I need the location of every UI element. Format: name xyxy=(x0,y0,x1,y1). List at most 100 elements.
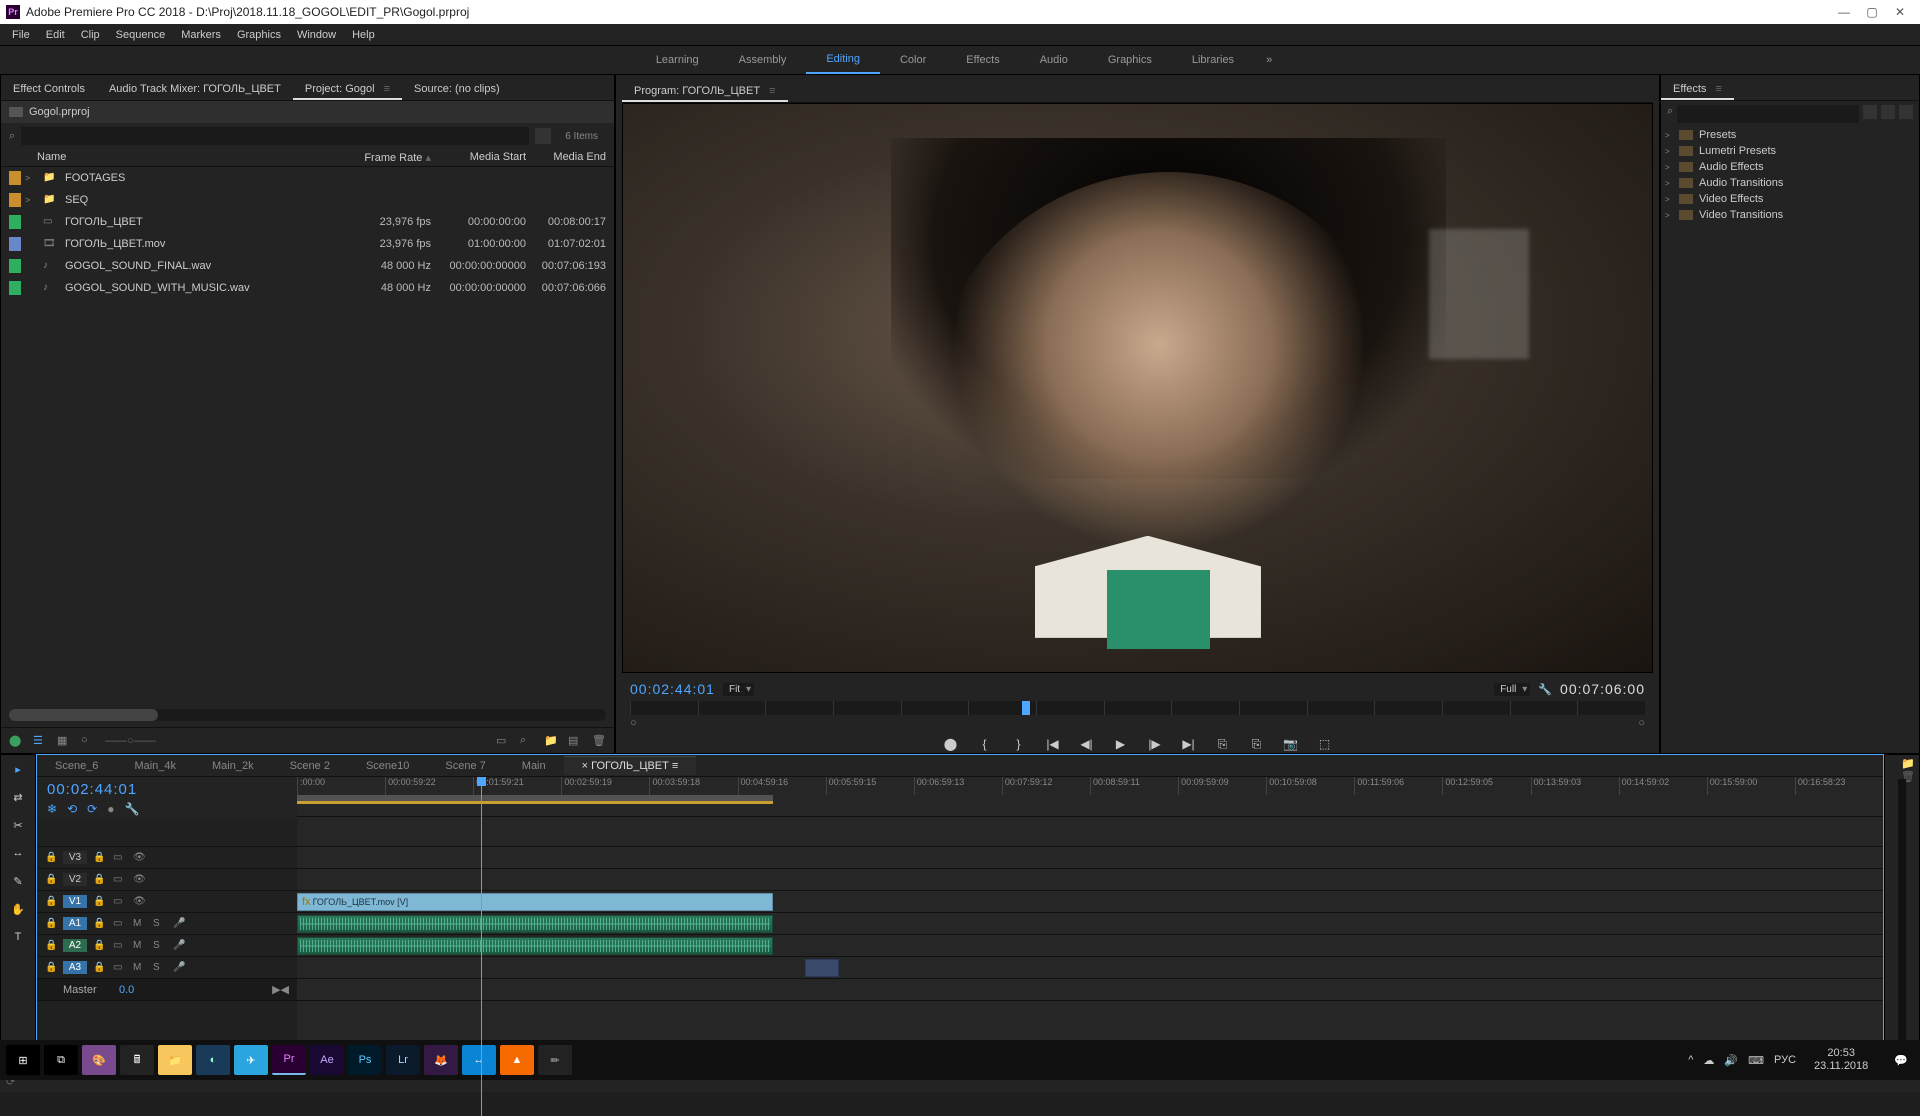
track-target[interactable]: V1 xyxy=(63,895,87,908)
taskbar-app-icon[interactable]: ◐ xyxy=(196,1045,230,1075)
transport-button-3[interactable]: |◀ xyxy=(1045,737,1061,753)
timeline-option-icon[interactable]: 🔧 xyxy=(124,802,139,816)
effects-folder[interactable]: >Audio Effects xyxy=(1661,159,1919,175)
track-toggle[interactable]: 🎤 xyxy=(173,918,187,929)
track-toggle[interactable]: 👁 xyxy=(133,896,147,907)
taskbar-app-icon[interactable]: 🖩 xyxy=(120,1045,154,1075)
program-tab[interactable]: Program: ГОГОЛЬ_ЦВЕТ ≡ xyxy=(622,80,788,102)
transport-button-10[interactable]: 📷 xyxy=(1283,737,1299,753)
track-target[interactable]: A2 xyxy=(63,939,87,952)
track-target[interactable]: A3 xyxy=(63,961,87,974)
timeline-timecode[interactable]: 00:02:44:01 xyxy=(47,781,287,798)
master-track[interactable]: Master0.0▶◀ xyxy=(37,979,297,1001)
effects-tab[interactable]: Effects ≡ xyxy=(1661,78,1734,100)
audio-clip[interactable] xyxy=(805,959,840,977)
col-media-end[interactable]: Media End xyxy=(526,151,606,164)
tool-0[interactable]: ▸ xyxy=(9,763,27,781)
track-header-A3[interactable]: 🔒A3🔒▭MS🎤 xyxy=(37,957,297,979)
find-icon[interactable]: ⌕ xyxy=(520,734,534,748)
sequence-tab[interactable]: × ГОГОЛЬ_ЦВЕТ ≡ xyxy=(564,756,697,775)
minimize-button[interactable]: — xyxy=(1830,1,1858,23)
zoom-slider[interactable]: ——○—— xyxy=(105,735,156,747)
fx-badge-icon[interactable] xyxy=(1863,105,1877,119)
track-toggle[interactable]: 🔒 xyxy=(93,874,107,885)
auto-sequence-icon[interactable]: ▭ xyxy=(496,734,510,748)
track-lane-A1[interactable] xyxy=(297,913,1883,935)
track-toggle[interactable]: 🔒 xyxy=(93,896,107,907)
timeline-option-icon[interactable]: ⟳ xyxy=(87,802,97,816)
track-toggle[interactable]: M xyxy=(133,940,147,951)
quality-dropdown[interactable]: Full xyxy=(1494,683,1530,696)
taskbar-app-icon[interactable]: ⧉ xyxy=(44,1045,78,1075)
taskbar-app-icon[interactable]: 🎨 xyxy=(82,1045,116,1075)
panel-tab[interactable]: Effect Controls xyxy=(1,78,97,100)
workspace-audio[interactable]: Audio xyxy=(1020,46,1088,74)
effects-search-input[interactable] xyxy=(1677,105,1859,123)
tool-3[interactable]: ↔ xyxy=(9,847,27,865)
menu-edit[interactable]: Edit xyxy=(38,29,73,41)
asset-row[interactable]: 🎞ГОГОЛЬ_ЦВЕТ.mov23,976 fps01:00:00:0001:… xyxy=(1,233,614,255)
track-toggle[interactable]: 🎤 xyxy=(173,962,187,973)
track-toggle[interactable]: 🔒 xyxy=(93,852,107,863)
transport-button-11[interactable]: ⬚ xyxy=(1317,737,1333,753)
track-toggle[interactable]: ▭ xyxy=(113,962,127,973)
delete-icon[interactable]: 🗑 xyxy=(592,734,606,748)
tool-1[interactable]: ⇄ xyxy=(9,791,27,809)
taskbar-app-icon[interactable]: Ae xyxy=(310,1045,344,1075)
timeline-ruler[interactable]: :00:0000:00:59:2200:01:59:2100:02:59:190… xyxy=(297,777,1883,817)
settings-wrench-icon[interactable]: 🔧 xyxy=(1538,683,1552,696)
track-toggle[interactable]: ▭ xyxy=(113,874,127,885)
menu-file[interactable]: File xyxy=(4,29,38,41)
taskbar-clock[interactable]: 20:5323.11.2018 xyxy=(1806,1047,1876,1073)
project-scrollbar[interactable] xyxy=(9,709,606,721)
notification-center-icon[interactable]: 💬 xyxy=(1886,1054,1916,1067)
tray-icon[interactable]: РУС xyxy=(1774,1054,1796,1066)
video-clip[interactable]: fxГОГОЛЬ_ЦВЕТ.mov [V] xyxy=(297,893,773,911)
track-lane-V3[interactable] xyxy=(297,847,1883,869)
track-header-V2[interactable]: 🔒V2🔒▭👁 xyxy=(37,869,297,891)
timeline-option-icon[interactable]: ⟲ xyxy=(67,802,77,816)
new-item-icon[interactable]: ▤ xyxy=(568,734,582,748)
col-media-start[interactable]: Media Start xyxy=(431,151,526,164)
taskbar-app-icon[interactable]: ▲ xyxy=(500,1045,534,1075)
taskbar-app-icon[interactable]: Lr xyxy=(386,1045,420,1075)
lock-icon[interactable]: 🔒 xyxy=(45,962,57,973)
track-toggle[interactable]: ▭ xyxy=(113,940,127,951)
tray-icon[interactable]: ^ xyxy=(1688,1054,1693,1066)
sequence-tab[interactable]: Main xyxy=(504,757,564,775)
program-viewport[interactable] xyxy=(622,103,1653,673)
workspace-editing[interactable]: Editing xyxy=(806,46,880,74)
yuv-badge-icon[interactable] xyxy=(1881,105,1895,119)
project-bin-row[interactable]: Gogol.prproj xyxy=(1,101,614,123)
zoom-fit-dropdown[interactable]: Fit xyxy=(723,683,754,696)
freeform-view-icon[interactable]: ○ xyxy=(81,734,95,748)
icon-view-icon[interactable]: ▦ xyxy=(57,734,71,748)
track-toggle[interactable]: ▭ xyxy=(113,852,127,863)
sequence-tab[interactable]: Main_4k xyxy=(116,757,194,775)
track-lane-V2[interactable] xyxy=(297,869,1883,891)
timeline-option-icon[interactable]: ● xyxy=(107,802,114,816)
lock-icon[interactable]: 🔒 xyxy=(45,896,57,907)
track-toggle[interactable]: 👁 xyxy=(133,852,147,863)
track-toggle[interactable]: M xyxy=(133,918,147,929)
tool-5[interactable]: ✋ xyxy=(9,903,27,921)
audio-clip[interactable] xyxy=(297,937,773,955)
workspace-libraries[interactable]: Libraries xyxy=(1172,46,1254,74)
tray-icon[interactable]: ☁ xyxy=(1703,1054,1714,1067)
menu-help[interactable]: Help xyxy=(344,29,383,41)
track-toggle[interactable]: S xyxy=(153,962,167,973)
timeline-option-icon[interactable]: ❄ xyxy=(47,802,57,816)
transport-button-8[interactable]: ⎘ xyxy=(1215,737,1231,753)
effects-folder[interactable]: >Audio Transitions xyxy=(1661,175,1919,191)
track-target[interactable]: V3 xyxy=(63,851,87,864)
track-lane-A2[interactable] xyxy=(297,935,1883,957)
effects-folder[interactable]: >Presets xyxy=(1661,127,1919,143)
taskbar-app-icon[interactable]: ↔ xyxy=(462,1045,496,1075)
tray-icon[interactable]: 🔊 xyxy=(1724,1054,1738,1067)
maximize-button[interactable]: ▢ xyxy=(1858,1,1886,23)
asset-row[interactable]: >📁FOOTAGES xyxy=(1,167,614,189)
asset-row[interactable]: ♪GOGOL_SOUND_WITH_MUSIC.wav48 000 Hz00:0… xyxy=(1,277,614,299)
workspace-effects[interactable]: Effects xyxy=(946,46,1019,74)
transport-button-6[interactable]: |▶ xyxy=(1147,737,1163,753)
asset-row[interactable]: ♪GOGOL_SOUND_FINAL.wav48 000 Hz00:00:00:… xyxy=(1,255,614,277)
